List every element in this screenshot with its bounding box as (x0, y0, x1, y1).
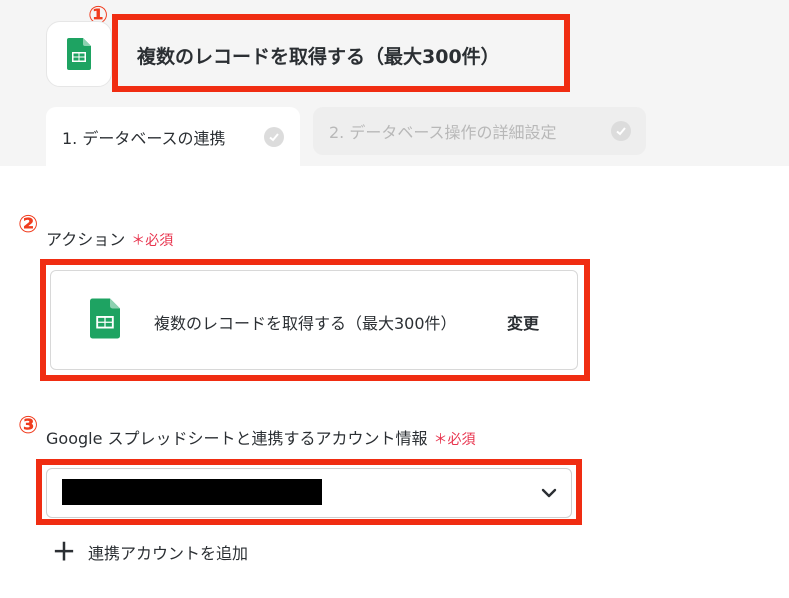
redacted-account-value (62, 479, 322, 505)
chevron-down-icon[interactable] (540, 486, 558, 500)
check-icon (611, 121, 631, 141)
add-account-label: 連携アカウントを追加 (88, 544, 249, 563)
google-sheets-icon (67, 38, 91, 70)
check-icon (264, 127, 284, 147)
app-icon-container (46, 21, 112, 87)
tab-label: 1. データベースの連携 (62, 129, 226, 148)
tab-label: 2. データベース操作の詳細設定 (329, 123, 557, 142)
page-title: 複数のレコードを取得する（最大300件） (137, 46, 500, 68)
plus-icon: ＋ (52, 538, 76, 566)
action-field-label: アクション ＊必須 (46, 226, 173, 250)
action-label-text: アクション (46, 230, 126, 249)
tab-database-connection[interactable]: 1. データベースの連携 (46, 107, 300, 167)
required-badge: ＊必須 (131, 233, 174, 249)
account-label-text: Google スプレッドシートと連携するアカウント情報 (46, 429, 428, 448)
annotation-number-3: ③ (18, 411, 39, 439)
add-account-button[interactable]: ＋ 連携アカウントを追加 (52, 540, 248, 564)
action-value: 複数のレコードを取得する（最大300件） (154, 314, 457, 333)
tab-database-operation-settings[interactable]: 2. データベース操作の詳細設定 (313, 107, 646, 155)
google-sheets-icon (90, 298, 120, 339)
annotation-number-2: ② (18, 210, 39, 238)
account-field-label: Google スプレッドシートと連携するアカウント情報 ＊必須 (46, 425, 476, 449)
change-action-button[interactable]: 変更 (507, 310, 539, 334)
required-badge: ＊必須 (433, 432, 476, 448)
